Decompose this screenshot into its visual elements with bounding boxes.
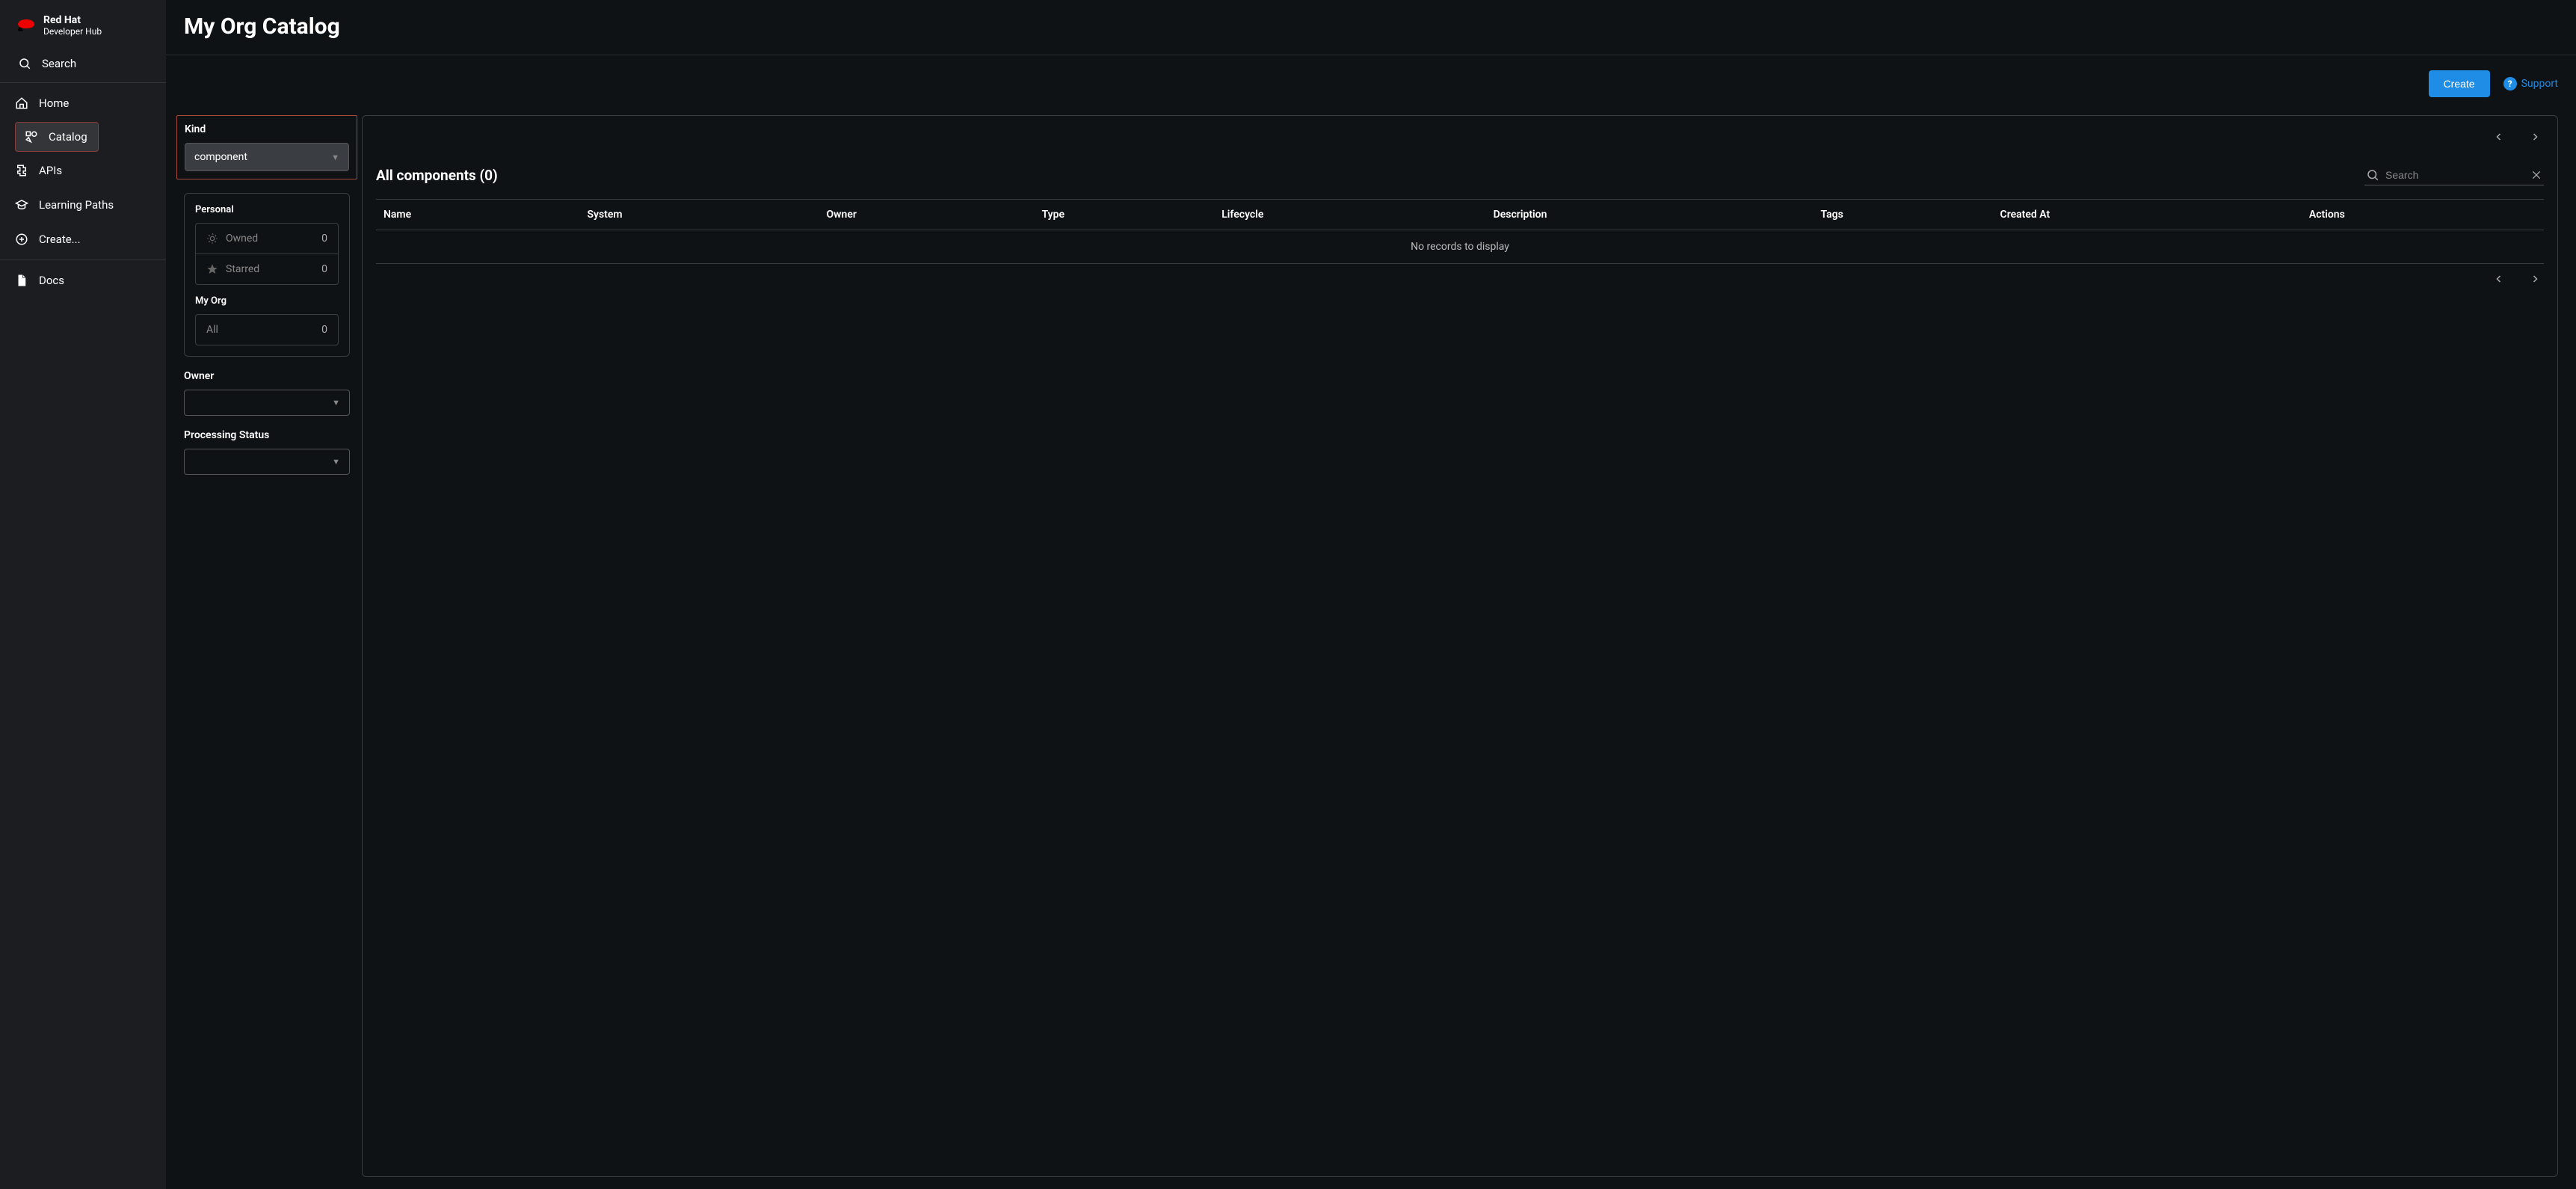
sidebar-item-home[interactable]: Home — [0, 87, 163, 119]
chevron-left-icon — [2495, 132, 2503, 141]
brand-logo[interactable]: Red Hat Developer Hub — [0, 0, 166, 48]
col-tags[interactable]: Tags — [1813, 200, 1992, 230]
pager-next[interactable] — [2526, 271, 2544, 286]
close-icon — [2530, 169, 2542, 181]
owner-select[interactable]: ▼ — [184, 390, 350, 416]
clear-search-button[interactable] — [2530, 169, 2542, 181]
pager-bottom — [376, 271, 2544, 286]
sidebar-item-label: APIs — [39, 164, 62, 177]
processing-select[interactable]: ▼ — [184, 449, 350, 475]
personal-section-label: Personal — [195, 204, 339, 215]
all-label: All — [206, 324, 218, 336]
kind-select[interactable]: component ▼ — [185, 143, 349, 171]
sidebar-item-create[interactable]: Create... — [0, 224, 163, 255]
filter-owner-group: Owner ▼ — [184, 370, 350, 416]
sidebar-search-label: Search — [42, 57, 76, 70]
search-icon — [18, 57, 31, 70]
main-content: My Org Catalog Create ? Support Kind com… — [166, 0, 2576, 1189]
school-icon — [15, 198, 28, 212]
sidebar-item-apis[interactable]: APIs — [0, 155, 163, 186]
chevron-right-icon — [2530, 274, 2539, 283]
kind-label: Kind — [185, 123, 349, 135]
help-icon: ? — [2503, 77, 2517, 90]
filter-owned[interactable]: Owned 0 — [196, 224, 338, 254]
sidebar-item-docs[interactable]: Docs — [0, 265, 163, 296]
extension-icon — [15, 164, 28, 177]
home-icon — [15, 96, 28, 110]
sidebar-item-label: Create... — [39, 233, 81, 246]
col-actions[interactable]: Actions — [2302, 200, 2544, 230]
chevron-left-icon — [2495, 274, 2503, 283]
filter-starred[interactable]: Starred 0 — [196, 254, 338, 284]
action-bar: Create ? Support — [166, 55, 2576, 103]
results-title: All components (0) — [376, 167, 498, 184]
col-description[interactable]: Description — [1486, 200, 1814, 230]
nav-divider — [0, 259, 166, 260]
sidebar: Red Hat Developer Hub Search Home Catalo… — [0, 0, 166, 1189]
docs-icon — [15, 274, 28, 287]
pager-prev[interactable] — [2490, 271, 2508, 286]
chevron-down-icon: ▼ — [331, 153, 339, 162]
sidebar-item-catalog[interactable]: Catalog — [15, 122, 99, 152]
support-label: Support — [2521, 78, 2558, 90]
sidebar-item-label: Home — [39, 96, 69, 110]
results-search — [2364, 165, 2544, 185]
starred-label: Starred — [226, 263, 259, 275]
processing-label: Processing Status — [184, 429, 350, 441]
results-panel: All components (0) Name System Owner Typ — [362, 115, 2558, 1177]
sidebar-item-label: Learning Paths — [39, 198, 114, 212]
chevron-down-icon: ▼ — [332, 457, 340, 467]
owned-label: Owned — [226, 233, 258, 245]
star-icon — [206, 263, 218, 275]
col-system[interactable]: System — [579, 200, 819, 230]
search-icon — [2366, 168, 2379, 182]
all-count: 0 — [321, 324, 327, 336]
nav-divider — [0, 82, 166, 83]
sidebar-item-label: Docs — [39, 274, 64, 287]
table-empty-row: No records to display — [376, 230, 2544, 264]
support-link[interactable]: ? Support — [2503, 77, 2558, 90]
filter-personal-org: Personal Owned 0 — [184, 193, 350, 357]
chevron-down-icon: ▼ — [332, 398, 340, 408]
pager-next[interactable] — [2526, 129, 2544, 144]
owner-label: Owner — [184, 370, 350, 382]
brand-line2: Developer Hub — [43, 27, 102, 36]
page-title: My Org Catalog — [184, 13, 2558, 40]
create-button[interactable]: Create — [2429, 70, 2490, 97]
sidebar-item-label: Catalog — [49, 130, 87, 144]
gear-icon — [206, 233, 218, 245]
table-header-row: Name System Owner Type Lifecycle Descrip… — [376, 200, 2544, 230]
owned-count: 0 — [321, 233, 327, 245]
empty-message: No records to display — [376, 230, 2544, 264]
col-lifecycle[interactable]: Lifecycle — [1214, 200, 1485, 230]
col-name[interactable]: Name — [376, 200, 579, 230]
brand-line1: Red Hat — [43, 15, 102, 25]
add-circle-icon — [15, 233, 28, 246]
search-input[interactable] — [2385, 169, 2524, 181]
filter-all[interactable]: All 0 — [196, 315, 338, 345]
col-created-at[interactable]: Created At — [1993, 200, 2302, 230]
page-header: My Org Catalog — [166, 0, 2576, 55]
filter-kind-group: Kind component ▼ — [176, 115, 357, 179]
filter-processing-group: Processing Status ▼ — [184, 429, 350, 475]
starred-count: 0 — [321, 263, 327, 275]
results-table: Name System Owner Type Lifecycle Descrip… — [376, 199, 2544, 264]
pager-top — [376, 129, 2544, 144]
chevron-right-icon — [2530, 132, 2539, 141]
org-section-label: My Org — [195, 295, 339, 307]
sidebar-item-learning[interactable]: Learning Paths — [0, 189, 163, 221]
sidebar-search[interactable]: Search — [0, 48, 166, 79]
filter-panel: Kind component ▼ Personal Owne — [184, 115, 350, 1177]
col-type[interactable]: Type — [1035, 200, 1215, 230]
catalog-icon — [25, 130, 38, 144]
redhat-icon — [16, 19, 36, 32]
col-owner[interactable]: Owner — [819, 200, 1035, 230]
pager-prev[interactable] — [2490, 129, 2508, 144]
kind-select-value: component — [194, 151, 247, 163]
